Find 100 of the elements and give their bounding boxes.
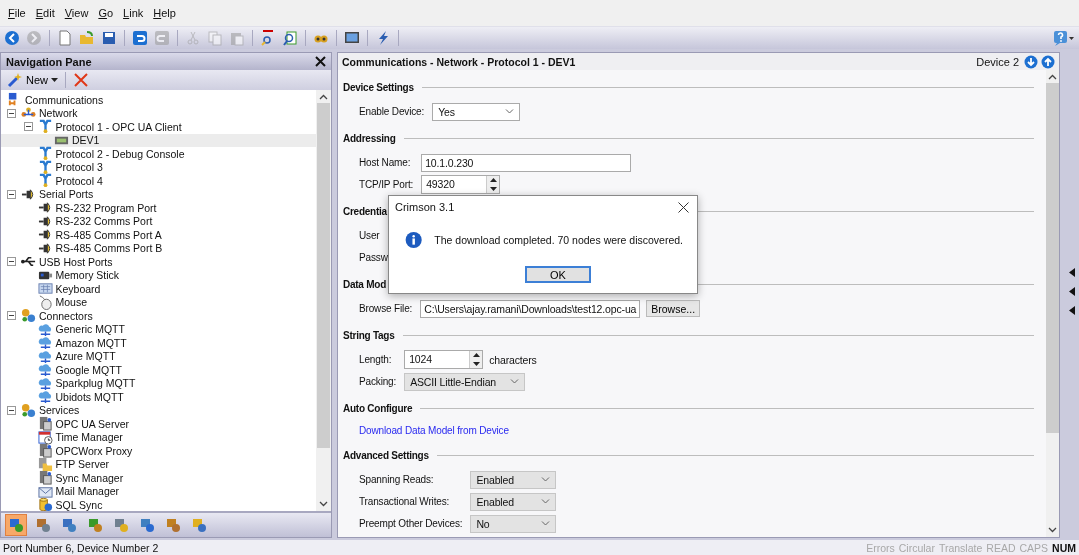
tree-item[interactable]: SQL Sync bbox=[1, 498, 316, 512]
cloud-icon bbox=[37, 335, 53, 351]
download-link[interactable]: Download Data Model from Device bbox=[359, 422, 1034, 439]
tree-item[interactable]: Ubidots MQTT bbox=[1, 390, 316, 404]
open-folder-icon[interactable] bbox=[79, 30, 95, 46]
scroll-down-icon[interactable] bbox=[319, 501, 328, 507]
find-all-icon[interactable] bbox=[260, 30, 276, 46]
new-button[interactable]: New bbox=[7, 72, 58, 88]
scroll-up-icon[interactable] bbox=[1048, 74, 1057, 80]
tree-item[interactable]: Mail Manager bbox=[1, 484, 316, 498]
dialog-message: The download completed. 70 nodes were discovered. bbox=[434, 234, 683, 246]
tree-item[interactable]: Mouse bbox=[1, 295, 316, 309]
tree-item[interactable]: USB Host Ports bbox=[1, 255, 316, 269]
tree-item[interactable]: Amazon MQTT bbox=[1, 336, 316, 350]
menu-item[interactable]: File bbox=[4, 5, 30, 21]
help-icon[interactable] bbox=[1053, 30, 1075, 46]
tree-item[interactable]: Services bbox=[1, 403, 316, 417]
plug-icon bbox=[37, 240, 53, 256]
collapse-icon[interactable] bbox=[7, 189, 16, 199]
close-icon[interactable] bbox=[315, 56, 326, 67]
ok-button[interactable]: OK bbox=[525, 266, 591, 283]
increment-icon[interactable] bbox=[472, 353, 480, 358]
dropdown[interactable]: Enabled bbox=[470, 492, 557, 511]
new-file-icon[interactable] bbox=[57, 30, 73, 46]
field-label: TCP/IP Port: bbox=[359, 179, 414, 190]
section-heading: Device Settings bbox=[343, 81, 414, 93]
spin-field[interactable]: 49320 bbox=[421, 175, 501, 194]
text-field[interactable]: 10.1.0.230 bbox=[421, 153, 632, 172]
chevron-icon bbox=[541, 521, 551, 526]
tree-item[interactable]: Protocol 3 bbox=[1, 160, 316, 174]
tree-item[interactable]: DEV1 bbox=[1, 133, 316, 147]
spin-field[interactable]: 1024 bbox=[404, 350, 484, 369]
tree-item[interactable]: OPC UA Server bbox=[1, 417, 316, 431]
field-label: Host Name: bbox=[359, 157, 412, 168]
browse-button[interactable]: Browse... bbox=[646, 300, 701, 317]
collapse-icon[interactable] bbox=[7, 311, 16, 321]
decrement-icon[interactable] bbox=[489, 186, 497, 191]
collapse-icon[interactable] bbox=[7, 405, 16, 415]
tree-item[interactable]: Keyboard bbox=[1, 282, 316, 296]
menu-item[interactable]: Go bbox=[94, 5, 118, 21]
magnifier-icon[interactable] bbox=[282, 30, 298, 46]
tree-item[interactable]: Protocol 2 - Debug Console bbox=[1, 147, 316, 161]
up-arrow-icon[interactable] bbox=[1041, 54, 1055, 69]
dialog-title: Crimson 3.1 bbox=[395, 201, 455, 213]
tree-item[interactable]: Connectors bbox=[1, 309, 316, 323]
field-label: Spanning Reads: bbox=[359, 474, 435, 485]
tree-item[interactable]: RS-232 Comms Port bbox=[1, 214, 316, 228]
tree-item[interactable]: Google MQTT bbox=[1, 363, 316, 377]
database-icon bbox=[37, 497, 53, 513]
dropdown[interactable]: ASCII Little-Endian bbox=[404, 372, 526, 391]
fork-icon bbox=[37, 146, 53, 162]
down-arrow-icon[interactable] bbox=[1024, 54, 1038, 69]
dropdown[interactable]: No bbox=[470, 514, 557, 533]
decrement-icon[interactable] bbox=[472, 361, 480, 366]
dropdown[interactable]: Enabled bbox=[470, 470, 557, 489]
delete-icon[interactable] bbox=[73, 72, 89, 88]
tree-item[interactable]: FTP Server bbox=[1, 457, 316, 471]
tree-item[interactable]: Sync Manager bbox=[1, 471, 316, 485]
server-icon bbox=[37, 416, 53, 432]
increment-icon[interactable] bbox=[489, 178, 497, 183]
tree-item[interactable]: Communications bbox=[1, 93, 316, 107]
field-label: Browse File: bbox=[359, 303, 413, 314]
tree-item[interactable]: Network bbox=[1, 106, 316, 120]
scrollbar[interactable] bbox=[316, 90, 331, 511]
field-label: User bbox=[359, 230, 381, 241]
tree-item[interactable]: Generic MQTT bbox=[1, 322, 316, 336]
save-icon[interactable] bbox=[101, 30, 117, 46]
menu-item[interactable]: Edit bbox=[31, 5, 59, 21]
tree-item[interactable]: Time Manager bbox=[1, 430, 316, 444]
keyboard-icon bbox=[37, 281, 53, 297]
menu-item[interactable]: Link bbox=[119, 5, 148, 21]
category-tab[interactable] bbox=[5, 514, 27, 536]
cloud-icon bbox=[37, 375, 53, 391]
back-icon[interactable] bbox=[4, 30, 20, 46]
tree-item[interactable]: RS-485 Comms Port B bbox=[1, 241, 316, 255]
collapse-icon[interactable] bbox=[23, 122, 33, 132]
scroll-up-icon[interactable] bbox=[319, 94, 328, 100]
tree-item[interactable]: OPCWorx Proxy bbox=[1, 444, 316, 458]
file-path-field[interactable]: C:\Users\ajay.ramani\Downloads\test12.opc-ua bbox=[420, 299, 641, 318]
menu-item[interactable]: Help bbox=[149, 5, 180, 21]
tree-item[interactable]: Memory Stick bbox=[1, 268, 316, 282]
monitor-icon[interactable] bbox=[344, 30, 360, 46]
status-indicator: Circular bbox=[898, 541, 935, 554]
collapse-icon[interactable] bbox=[7, 257, 16, 267]
status-text: Port Number 6, Device Number 2 bbox=[3, 541, 159, 554]
collapse-icon[interactable] bbox=[7, 108, 16, 118]
dropdown[interactable]: Yes bbox=[432, 102, 521, 121]
scrollbar[interactable] bbox=[1046, 70, 1059, 537]
tree-item[interactable]: RS-485 Comms Port A bbox=[1, 228, 316, 242]
menu-item[interactable]: View bbox=[60, 5, 93, 21]
tree-item[interactable]: Protocol 4 bbox=[1, 174, 316, 188]
close-icon[interactable] bbox=[678, 201, 689, 213]
tree-item[interactable]: Azure MQTT bbox=[1, 349, 316, 363]
tree-item[interactable]: Serial Ports bbox=[1, 187, 316, 201]
scroll-down-icon[interactable] bbox=[1048, 527, 1057, 533]
undo-icon[interactable] bbox=[132, 30, 148, 46]
tree-item[interactable]: RS-232 Program Port bbox=[1, 201, 316, 215]
tree-item[interactable]: Protocol 1 - OPC UA Client bbox=[1, 120, 316, 134]
breadcrumb-title: Communications - Network - Protocol 1 - DEV1 bbox=[342, 55, 577, 68]
tree-item[interactable]: Sparkplug MQTT bbox=[1, 376, 316, 390]
